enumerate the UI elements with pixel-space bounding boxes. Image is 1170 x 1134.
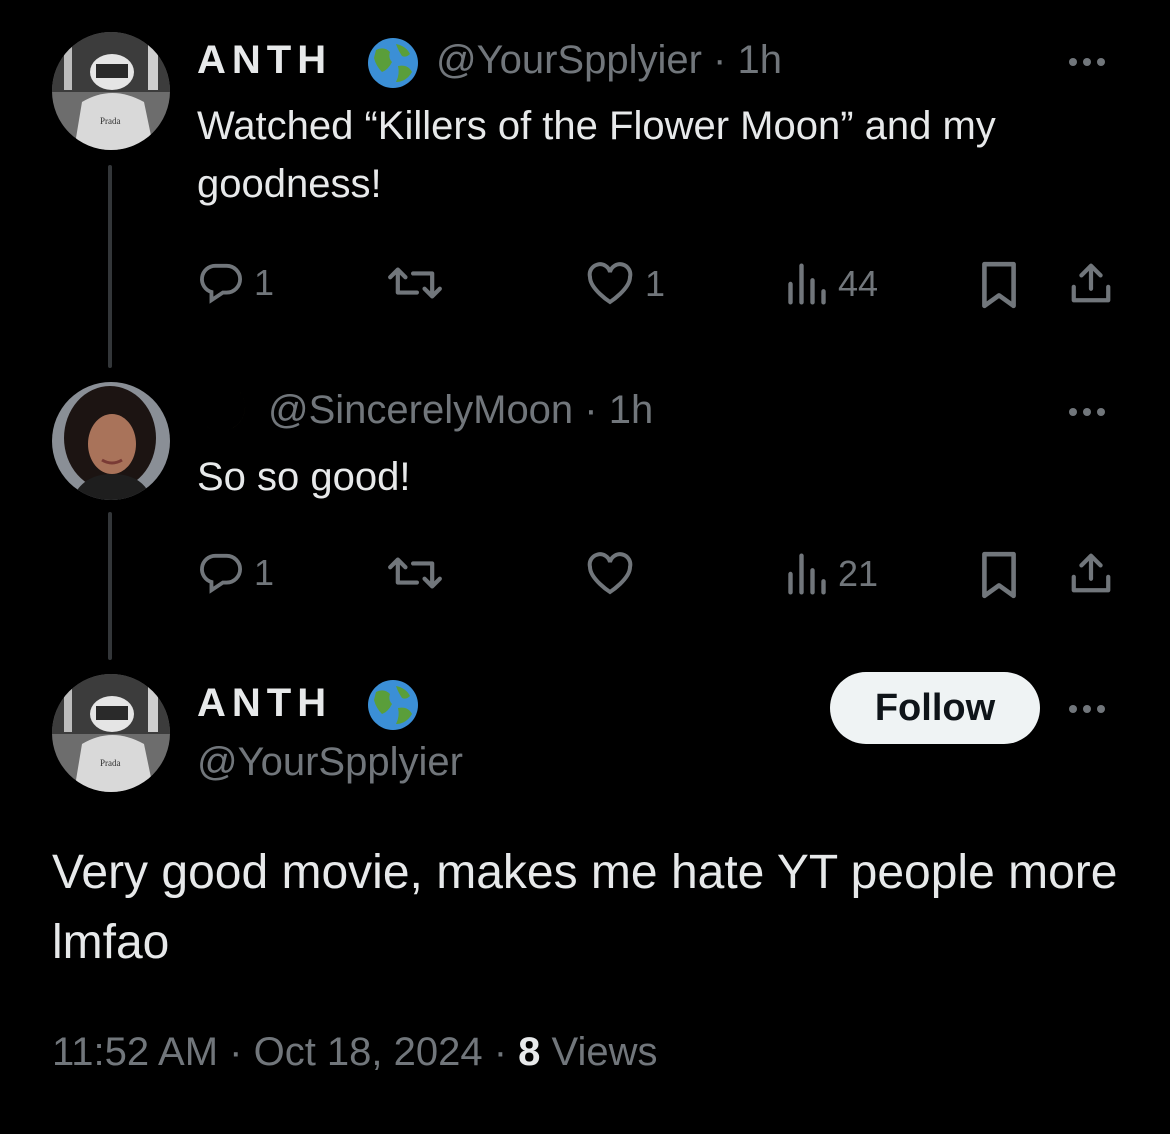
- avatar[interactable]: [52, 382, 170, 500]
- retweet-icon: [388, 557, 442, 589]
- display-name-text: ANTH: [197, 38, 333, 82]
- handle[interactable]: @YourSpplyier: [197, 740, 463, 785]
- like-button[interactable]: [585, 552, 645, 596]
- like-button[interactable]: 1: [585, 262, 665, 306]
- share-button[interactable]: [1068, 550, 1114, 596]
- like-icon: [587, 552, 633, 595]
- tweet-text-content: Watched “Killers of the Flower Moon” and…: [197, 104, 996, 206]
- share-icon: [1071, 263, 1111, 303]
- display-name-text: ANTH: [197, 681, 333, 725]
- svg-text:Prada: Prada: [100, 116, 121, 126]
- main-tweet-text: Very good movie, makes me hate YT people…: [52, 838, 1132, 978]
- bookmark-icon: [982, 551, 1016, 599]
- handle-time-text: @SincerelyMoon · 1h: [268, 388, 654, 432]
- avatar[interactable]: Prada: [52, 32, 170, 150]
- reply-count: 1: [254, 552, 275, 593]
- tweet-timestamp-views: 11:52 AM · Oct 18, 2024 · 8 Views: [52, 1030, 658, 1075]
- more-icon[interactable]: [1062, 52, 1112, 72]
- views-label: Views: [551, 1030, 658, 1074]
- handle-time-text: @YourSpplyier · 1h: [436, 38, 782, 82]
- views-button[interactable]: 44: [786, 262, 878, 306]
- moon-emoji: 🌙: [198, 384, 254, 440]
- retweet-icon: [388, 267, 442, 299]
- display-name[interactable]: ANTH: [197, 38, 332, 83]
- main-tweet-text-content: Very good movie, makes me hate YT people…: [52, 846, 1118, 969]
- like-count: 1: [645, 263, 666, 304]
- bookmark-button[interactable]: [978, 260, 1020, 310]
- globe-icon: [366, 36, 420, 90]
- handle-text: @YourSpplyier: [197, 740, 463, 784]
- share-icon: [1071, 553, 1111, 593]
- handle-time[interactable]: @YourSpplyier · 1h: [436, 38, 782, 83]
- tweet-text: So so good!: [197, 448, 411, 506]
- views-icon: [788, 553, 826, 595]
- avatar[interactable]: Prada: [52, 674, 170, 792]
- bookmark-icon: [982, 261, 1016, 309]
- reply-count: 1: [254, 262, 275, 303]
- views-icon: [788, 263, 826, 305]
- display-name[interactable]: ANTH: [197, 681, 332, 726]
- tweet-text-content: So so good!: [197, 455, 411, 499]
- reply-button[interactable]: 1: [198, 552, 274, 594]
- follow-button[interactable]: Follow: [830, 672, 1040, 744]
- handle-time[interactable]: @SincerelyMoon · 1h: [268, 388, 653, 433]
- bookmark-button[interactable]: [978, 550, 1020, 600]
- views-count: 8: [518, 1030, 541, 1074]
- views-button[interactable]: 21: [786, 552, 878, 596]
- globe-icon: [366, 678, 420, 732]
- like-icon: [587, 262, 633, 305]
- view-count: 44: [838, 263, 879, 304]
- view-count: 21: [838, 553, 879, 594]
- retweet-button[interactable]: [386, 262, 454, 304]
- thread-connector: [108, 165, 112, 368]
- tweet-text: Watched “Killers of the Flower Moon” and…: [197, 97, 1097, 213]
- share-button[interactable]: [1068, 260, 1114, 306]
- retweet-button[interactable]: [386, 552, 454, 594]
- reply-icon: [200, 263, 242, 304]
- timestamp[interactable]: 11:52 AM · Oct 18, 2024 ·: [52, 1030, 518, 1074]
- svg-text:Prada: Prada: [100, 758, 121, 768]
- thread-connector: [108, 512, 112, 660]
- reply-icon: [200, 553, 242, 594]
- reply-button[interactable]: 1: [198, 262, 274, 304]
- more-icon[interactable]: [1062, 699, 1112, 719]
- more-icon[interactable]: [1062, 402, 1112, 422]
